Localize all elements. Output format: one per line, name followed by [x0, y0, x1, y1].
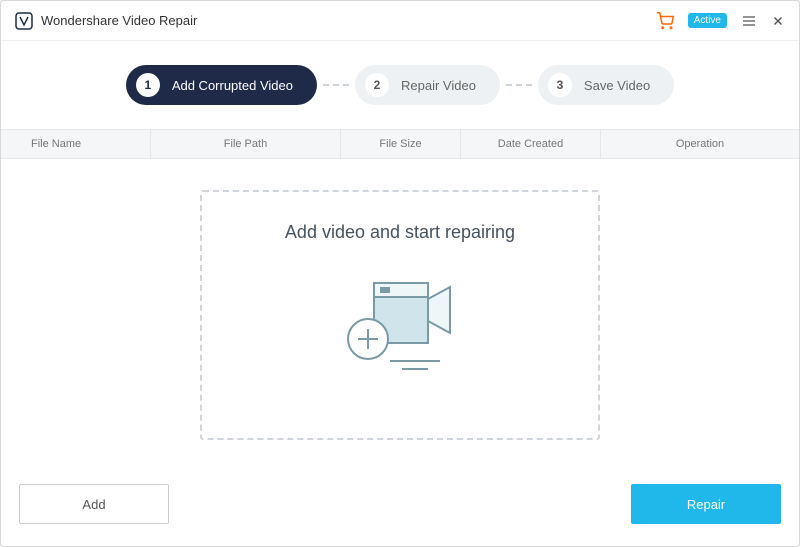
close-icon[interactable] — [771, 14, 785, 28]
menu-icon[interactable] — [741, 13, 757, 29]
column-header-operation: Operation — [601, 130, 799, 158]
step-number: 2 — [365, 73, 389, 97]
table-header: File Name File Path File Size Date Creat… — [1, 129, 799, 159]
column-header-filepath: File Path — [151, 130, 341, 158]
step-connector — [323, 84, 349, 86]
dropzone-text: Add video and start repairing — [285, 222, 515, 243]
titlebar-controls: Active — [656, 12, 785, 30]
app-logo-icon — [15, 12, 33, 30]
repair-button[interactable]: Repair — [631, 484, 781, 524]
camera-icon — [330, 263, 470, 383]
content-area: Add video and start repairing — [1, 159, 799, 470]
app-title: Wondershare Video Repair — [41, 13, 656, 28]
add-button[interactable]: Add — [19, 484, 169, 524]
step-number: 3 — [548, 73, 572, 97]
step-add-video[interactable]: 1 Add Corrupted Video — [126, 65, 317, 105]
step-label: Add Corrupted Video — [172, 78, 293, 93]
dropzone[interactable]: Add video and start repairing — [200, 190, 600, 440]
steps-bar: 1 Add Corrupted Video 2 Repair Video 3 S… — [1, 41, 799, 129]
step-label: Save Video — [584, 78, 650, 93]
step-number: 1 — [136, 73, 160, 97]
column-header-filesize: File Size — [341, 130, 461, 158]
step-repair-video[interactable]: 2 Repair Video — [355, 65, 500, 105]
step-save-video[interactable]: 3 Save Video — [538, 65, 674, 105]
active-badge: Active — [688, 13, 727, 28]
titlebar: Wondershare Video Repair Active — [1, 1, 799, 41]
step-label: Repair Video — [401, 78, 476, 93]
footer: Add Repair — [1, 470, 799, 546]
app-window: Wondershare Video Repair Active — [0, 0, 800, 547]
column-header-datecreated: Date Created — [461, 130, 601, 158]
cart-icon[interactable] — [656, 12, 674, 30]
step-connector — [506, 84, 532, 86]
column-header-filename: File Name — [1, 130, 151, 158]
